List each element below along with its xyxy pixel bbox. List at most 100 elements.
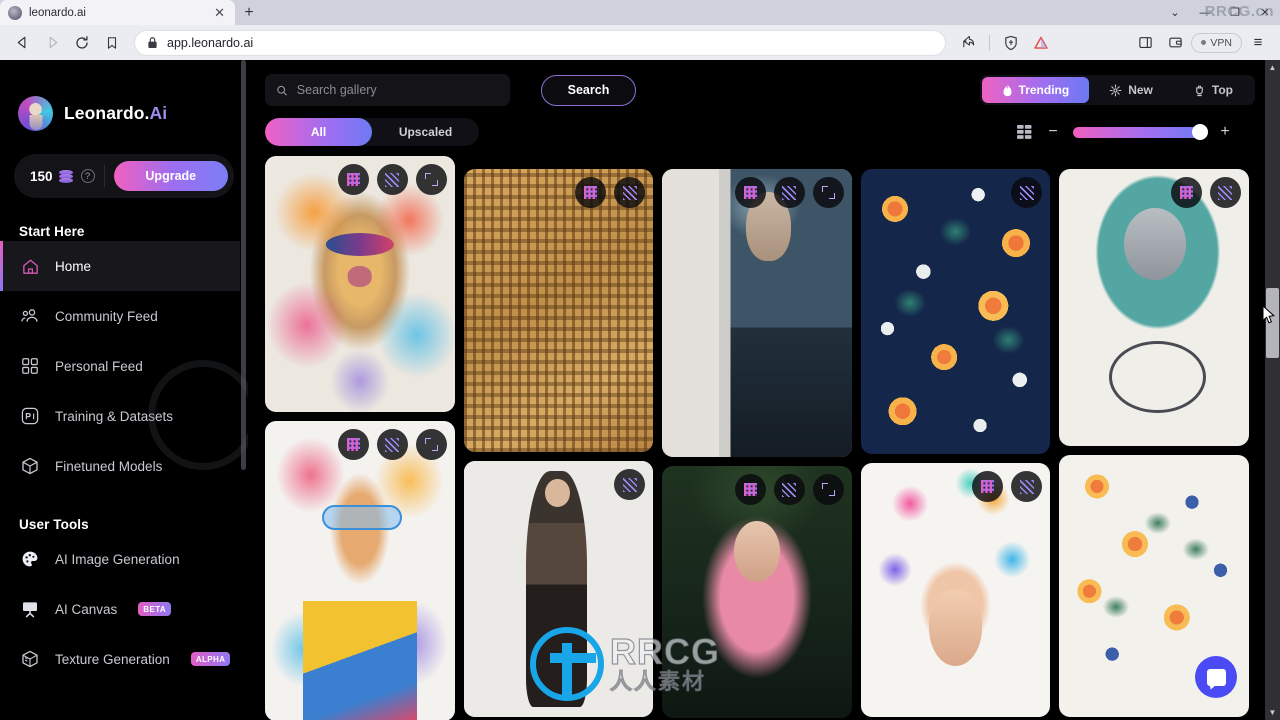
card-overlay-actions xyxy=(1170,177,1241,208)
zoom-slider[interactable] xyxy=(1073,124,1208,140)
wallet-icon[interactable] xyxy=(1161,29,1189,57)
grid-density-icon[interactable] xyxy=(1011,120,1039,144)
gallery-card-blue-haired-female-warrior[interactable] xyxy=(662,169,852,457)
tab-search-chevron-icon[interactable]: ⌄ xyxy=(1160,0,1190,25)
question-mark-icon[interactable]: ? xyxy=(80,169,95,183)
diagonal-lines-icon[interactable] xyxy=(1011,471,1043,502)
sparkle-icon xyxy=(1109,84,1122,96)
zoom-out-button[interactable]: − xyxy=(1039,120,1067,144)
sidebar-item-texture-generation[interactable]: Texture Generation ALPHA xyxy=(0,634,248,684)
sidebar-faint-watermark xyxy=(148,360,248,470)
gallery-card-orange-floral-dark-pattern[interactable] xyxy=(860,169,1051,454)
sidebar-item-label: Home xyxy=(55,258,92,274)
sidebar-item-ai-image-generation[interactable]: AI Image Generation xyxy=(0,534,248,584)
search-button[interactable]: Search xyxy=(541,74,636,106)
vpn-label: VPN xyxy=(1210,36,1232,49)
back-icon[interactable] xyxy=(8,29,36,57)
expand-icon[interactable] xyxy=(415,429,447,460)
zoom-slider-knob[interactable] xyxy=(1192,124,1208,140)
gallery-card-pink-haired-forest-woman[interactable] xyxy=(662,466,852,718)
page-scrollbar[interactable]: ▲ ▼ xyxy=(1265,60,1280,720)
scroll-up-arrow-icon[interactable]: ▲ xyxy=(1265,60,1280,75)
close-tab-icon[interactable]: ✕ xyxy=(212,6,227,19)
gallery-card-rainbow-hair-portrait[interactable] xyxy=(860,463,1051,717)
maximize-button[interactable]: ❐ xyxy=(1220,0,1250,25)
page-scrollbar-thumb[interactable] xyxy=(1266,288,1279,358)
minimize-button[interactable]: — xyxy=(1190,0,1220,25)
palette-icon xyxy=(19,548,41,570)
upgrade-button[interactable]: Upgrade xyxy=(113,161,228,191)
remix-grid-icon[interactable] xyxy=(734,474,766,505)
gallery-card-egyptian-hieroglyph-wall[interactable] xyxy=(463,169,654,452)
triangle-icon[interactable] xyxy=(1027,29,1055,57)
diagonal-lines-icon[interactable] xyxy=(376,164,408,195)
artwork-image xyxy=(265,421,455,720)
browser-toolbar: app.leonardo.ai VPN ≡ xyxy=(0,25,1280,60)
gallery-card-colorful-girl-with-blue-glasses[interactable] xyxy=(265,421,455,720)
diagonal-lines-icon[interactable] xyxy=(773,177,805,208)
gallery-column xyxy=(860,156,1051,720)
new-tab-button[interactable]: + xyxy=(235,0,263,25)
search-field[interactable] xyxy=(265,74,510,106)
card-overlay-actions xyxy=(575,177,646,208)
diagonal-lines-icon[interactable] xyxy=(1011,177,1043,208)
gallery-toolbar: Search Trending New Top xyxy=(248,60,1265,146)
sidebar-item-community-feed[interactable]: Community Feed xyxy=(0,291,248,341)
main-content: Search Trending New Top xyxy=(248,60,1265,720)
diagonal-lines-icon[interactable] xyxy=(1209,177,1241,208)
browser-tab[interactable]: leonardo.ai ✕ xyxy=(0,0,235,25)
card-overlay-actions xyxy=(1011,177,1043,208)
address-bar[interactable]: app.leonardo.ai xyxy=(134,29,947,56)
diagonal-lines-icon[interactable] xyxy=(773,474,805,505)
chat-bubble-glyph xyxy=(1206,668,1226,686)
brand-logo[interactable]: Leonardo.Ai xyxy=(0,60,248,131)
tab-top[interactable]: Top xyxy=(1173,77,1253,103)
browser-window: leonardo.ai ✕ + ⌄ — ❐ ✕ RRCG.cn app.leon… xyxy=(0,0,1280,720)
filter-tab-all[interactable]: All xyxy=(265,118,372,146)
brand-name: Leonardo.Ai xyxy=(64,103,167,124)
tab-new[interactable]: New xyxy=(1089,77,1173,103)
bookmark-icon[interactable] xyxy=(98,29,126,57)
brand-name-main: Leonardo. xyxy=(64,103,150,123)
zoom-in-button[interactable]: + xyxy=(1211,120,1239,144)
remix-grid-icon[interactable] xyxy=(337,164,369,195)
chat-bubble-icon[interactable] xyxy=(1195,656,1237,698)
share-icon[interactable] xyxy=(954,29,982,57)
remix-grid-icon[interactable] xyxy=(734,177,766,208)
lock-icon xyxy=(148,37,157,48)
scroll-down-arrow-icon[interactable]: ▼ xyxy=(1265,705,1280,720)
training-icon xyxy=(19,405,41,427)
remix-grid-icon[interactable] xyxy=(972,471,1004,502)
people-icon xyxy=(19,305,41,327)
close-window-button[interactable]: ✕ xyxy=(1250,0,1280,25)
diagonal-lines-icon[interactable] xyxy=(614,469,646,500)
sidebar-panel-icon[interactable] xyxy=(1131,29,1159,57)
filter-tab-upscaled[interactable]: Upscaled xyxy=(372,118,479,146)
reload-icon[interactable] xyxy=(68,29,96,57)
card-overlay-actions xyxy=(337,164,447,195)
vpn-button[interactable]: VPN xyxy=(1191,32,1242,53)
gallery-card-dark-haired-warrior-character-sheet[interactable] xyxy=(463,461,654,717)
remix-grid-icon[interactable] xyxy=(575,177,607,208)
card-overlay-actions xyxy=(614,469,646,500)
diagonal-lines-icon[interactable] xyxy=(376,429,408,460)
tab-trending[interactable]: Trending xyxy=(981,77,1090,103)
card-overlay-actions xyxy=(734,474,844,505)
diagonal-lines-icon[interactable] xyxy=(614,177,646,208)
browser-menu-icon[interactable]: ≡ xyxy=(1244,29,1272,57)
sidebar-item-label: Texture Generation xyxy=(55,651,170,667)
expand-icon[interactable] xyxy=(812,177,844,208)
remix-grid-icon[interactable] xyxy=(1170,177,1202,208)
sidebar-item-label: Personal Feed xyxy=(55,358,143,374)
expand-icon[interactable] xyxy=(812,474,844,505)
sidebar-item-label: Finetuned Models xyxy=(55,458,163,474)
remix-grid-icon[interactable] xyxy=(337,429,369,460)
expand-icon[interactable] xyxy=(415,164,447,195)
search-input[interactable] xyxy=(296,83,499,97)
sidebar-item-ai-canvas[interactable]: AI Canvas BETA xyxy=(0,584,248,634)
zoom-controls: − + xyxy=(1011,120,1255,144)
shield-icon[interactable] xyxy=(997,29,1025,57)
sidebar-item-home[interactable]: Home xyxy=(0,241,248,291)
gallery-card-koala-riding-bicycle[interactable] xyxy=(1059,169,1249,446)
gallery-card-watercolor-lion-with-sunglasses[interactable] xyxy=(265,156,455,412)
